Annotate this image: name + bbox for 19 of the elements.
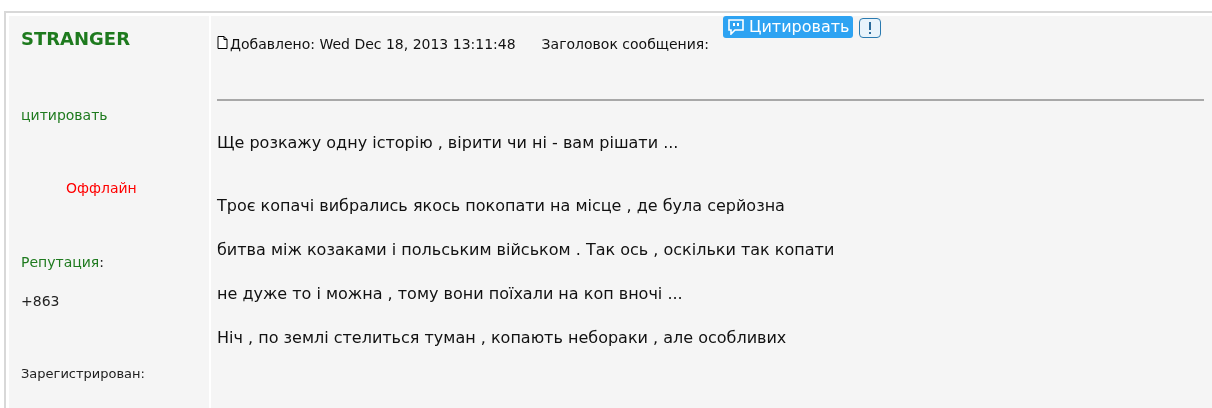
quote-button[interactable]: Цитировать [723,16,854,38]
post-text: не дуже то і можна , тому вони поїхали на коп вночі ... [217,283,683,305]
status-text: Оффлайн [66,179,137,198]
reputation-label: Репутация [21,253,100,272]
author-name[interactable]: STRANGER [21,28,209,50]
document-icon [217,36,228,49]
reputation-value: +863 [21,292,60,311]
post-text: битва між козаками і польським військом . Так ось , оскільки так копати [217,239,835,261]
exclamation-icon [868,22,873,34]
posted-date: Добавлено: Wed Dec 18, 2013 13:11:48 [230,35,516,54]
registered-label: Зарегистрирован: [21,365,145,383]
report-button[interactable] [859,18,882,38]
post-text: Ще розкажу одну історію , вірити чи ні - вам рішати ... [217,132,679,154]
quote-link[interactable]: цитировать [21,105,108,126]
speech-bubble-icon [727,19,745,35]
post-text: Ніч , по землі стелиться туман , копають небораки , але особливих [217,327,787,349]
post-text: Троє копачі вибрались якось покопати на місце , де була серйозна [217,195,785,217]
reputation-colon: : [99,253,104,272]
subject-label: Заголовок сообщения: [541,35,709,54]
